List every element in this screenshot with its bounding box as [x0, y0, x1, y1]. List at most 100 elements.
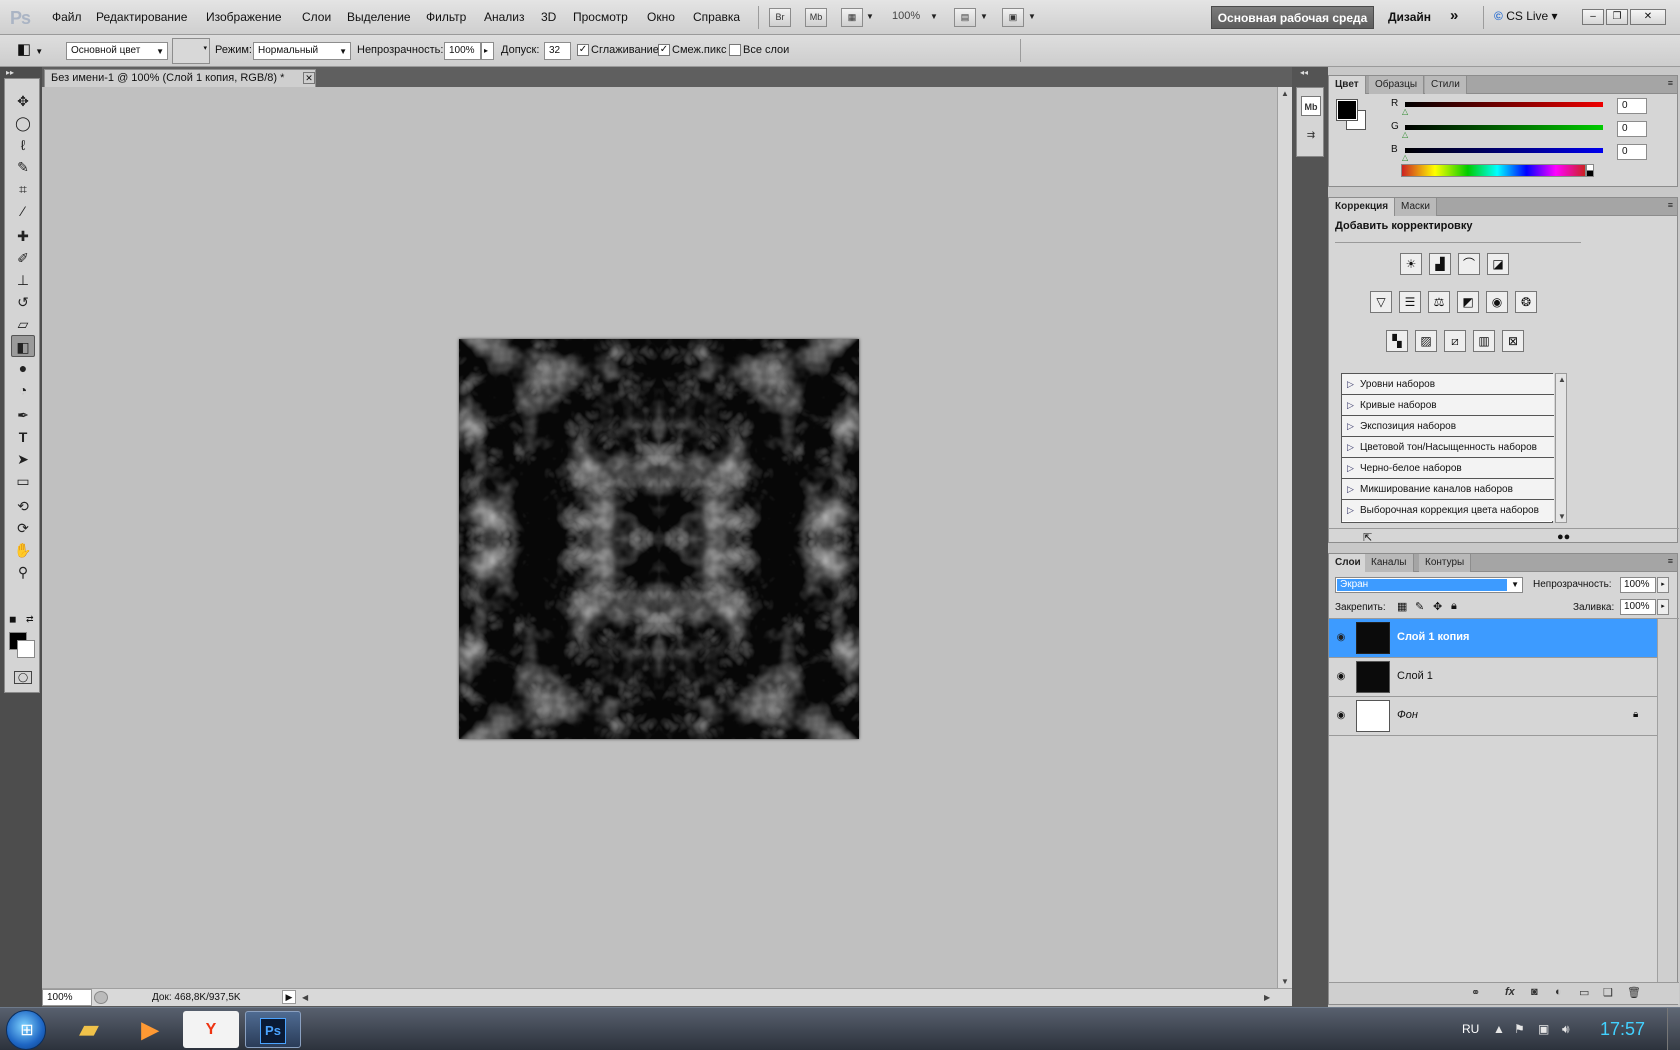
- menu-help[interactable]: Справка: [693, 10, 740, 24]
- cs-live-menu[interactable]: © CS Live ▾: [1494, 9, 1558, 23]
- background-color-swatch[interactable]: [17, 640, 35, 658]
- lasso-tool[interactable]: ℓ: [11, 134, 35, 156]
- tab-swatches[interactable]: Образцы: [1369, 76, 1425, 94]
- pen-tool[interactable]: ✒: [11, 404, 35, 426]
- antialias-checkbox[interactable]: ✓: [577, 44, 589, 56]
- menu-layers[interactable]: Слои: [302, 10, 331, 24]
- minimize-button[interactable]: –: [1582, 9, 1604, 25]
- scroll-right-arrow-icon[interactable]: ▶: [1264, 993, 1270, 1002]
- paint-bucket-tool[interactable]: ◧: [11, 335, 35, 357]
- tab-color[interactable]: Цвет: [1329, 76, 1366, 94]
- blue-value-input[interactable]: 0: [1617, 144, 1647, 160]
- brightness-contrast-icon[interactable]: ☀: [1400, 253, 1422, 275]
- red-value-input[interactable]: 0: [1617, 98, 1647, 114]
- curves-icon[interactable]: ⌒: [1458, 253, 1480, 275]
- menu-image[interactable]: Изображение: [206, 10, 282, 24]
- preset-item[interactable]: ▷ Уровни наборов: [1342, 374, 1554, 395]
- new-group-icon[interactable]: ▭: [1579, 986, 1589, 999]
- tab-styles[interactable]: Стили: [1425, 76, 1467, 94]
- panel-menu-icon[interactable]: ≡: [1668, 556, 1673, 566]
- tab-layers[interactable]: Слои: [1329, 554, 1368, 572]
- layer-row[interactable]: ◉ Слой 1: [1329, 658, 1657, 697]
- brush-tool[interactable]: ✐: [11, 247, 35, 269]
- tab-channels[interactable]: Каналы: [1365, 554, 1414, 572]
- panel-menu-icon[interactable]: ≡: [1668, 78, 1673, 88]
- show-hidden-icons-icon[interactable]: ▲: [1493, 1022, 1505, 1036]
- black-white-icon[interactable]: ◩: [1457, 291, 1479, 313]
- document-canvas-image[interactable]: [459, 339, 859, 739]
- action-center-flag-icon[interactable]: ⚑: [1514, 1022, 1525, 1036]
- quick-selection-tool[interactable]: ✎: [11, 156, 35, 178]
- scroll-down-arrow-icon[interactable]: ▼: [1558, 512, 1566, 521]
- dodge-tool[interactable]: ◔: [11, 379, 35, 401]
- green-slider-thumb[interactable]: △: [1402, 130, 1408, 139]
- layer-name[interactable]: Фон: [1397, 709, 1418, 721]
- scroll-left-arrow-icon[interactable]: ◀: [302, 993, 308, 1002]
- default-colors-icon[interactable]: ◼: [9, 614, 16, 625]
- preset-item[interactable]: ▷ Черно-белое наборов: [1342, 458, 1554, 479]
- layer-row[interactable]: ◉ Слой 1 копия: [1329, 619, 1657, 658]
- more-workspaces-button[interactable]: »: [1450, 7, 1458, 24]
- layer-opacity-input[interactable]: 100%: [1620, 577, 1656, 593]
- chevron-down-icon[interactable]: ▼: [1028, 12, 1036, 21]
- preset-item[interactable]: ▷ Экспозиция наборов: [1342, 416, 1554, 437]
- return-to-list-icon[interactable]: ⇱: [1363, 531, 1372, 544]
- color-spectrum-ramp[interactable]: [1401, 164, 1586, 177]
- vibrance-icon[interactable]: ▽: [1370, 291, 1392, 313]
- menu-file[interactable]: Файл: [52, 10, 82, 24]
- taskbar-media-player-button[interactable]: ▶: [122, 1011, 178, 1048]
- healing-brush-tool[interactable]: ✚: [11, 225, 35, 247]
- status-menu-button[interactable]: ▶: [282, 990, 296, 1004]
- preset-item[interactable]: ▷ Выборочная коррекция цвета наборов: [1342, 500, 1554, 521]
- screen-mode-button[interactable]: ▣: [1002, 8, 1024, 27]
- layer-fill-slider-button[interactable]: ▸: [1657, 599, 1669, 615]
- pattern-picker[interactable]: ▾: [172, 38, 210, 64]
- status-info-icon[interactable]: [94, 991, 108, 1004]
- eyedropper-tool[interactable]: ⁄: [11, 200, 35, 222]
- preset-item[interactable]: ▷ Микширование каналов наборов: [1342, 479, 1554, 500]
- type-tool[interactable]: T: [11, 426, 35, 448]
- red-slider-thumb[interactable]: △: [1402, 107, 1408, 116]
- green-value-input[interactable]: 0: [1617, 121, 1647, 137]
- new-adjustment-layer-icon[interactable]: ◐: [1555, 986, 1562, 998]
- layer-row[interactable]: ◉ Фон 🔒︎: [1329, 697, 1657, 736]
- taskbar-yandex-button[interactable]: Y: [183, 1011, 239, 1048]
- layer-blend-mode-select[interactable]: Экран ▼: [1335, 577, 1523, 593]
- shape-tool[interactable]: ▭: [11, 470, 35, 492]
- levels-icon[interactable]: ▟: [1429, 253, 1451, 275]
- start-button[interactable]: ⊞: [6, 1010, 46, 1050]
- workspace-essentials-button[interactable]: Основная рабочая среда: [1211, 6, 1374, 29]
- scroll-up-arrow-icon[interactable]: ▲: [1281, 89, 1289, 98]
- mini-bridge-panel-icon[interactable]: Mb: [1301, 96, 1321, 116]
- channel-mixer-icon[interactable]: ❂: [1515, 291, 1537, 313]
- selective-color-icon[interactable]: ⊠: [1502, 330, 1524, 352]
- workspace-design-button[interactable]: Дизайн: [1388, 10, 1431, 24]
- zoom-level[interactable]: 100%: [892, 10, 920, 22]
- all-layers-checkbox[interactable]: [729, 44, 741, 56]
- tolerance-input[interactable]: 32: [544, 42, 571, 60]
- scroll-up-arrow-icon[interactable]: ▲: [1558, 375, 1566, 384]
- posterize-icon[interactable]: ▨: [1415, 330, 1437, 352]
- fill-source-select[interactable]: Основной цвет ▼: [66, 42, 168, 60]
- eraser-tool[interactable]: ▱: [11, 313, 35, 335]
- invert-icon[interactable]: ▚: [1386, 330, 1408, 352]
- blue-slider-track[interactable]: [1405, 148, 1603, 153]
- lock-position-icon[interactable]: ✥: [1433, 600, 1442, 613]
- opacity-input[interactable]: 100%: [444, 42, 481, 60]
- blue-slider-thumb[interactable]: △: [1402, 153, 1408, 162]
- preset-item[interactable]: ▷ Кривые наборов: [1342, 395, 1554, 416]
- layer-style-icon[interactable]: fx: [1505, 986, 1515, 998]
- color-panel-foreground-swatch[interactable]: [1336, 99, 1358, 121]
- opacity-slider-button[interactable]: ▸: [481, 42, 494, 60]
- gradient-map-icon[interactable]: ▥: [1473, 330, 1495, 352]
- blur-tool[interactable]: ●: [11, 357, 35, 379]
- lock-all-icon[interactable]: 🔒︎: [1451, 600, 1457, 613]
- scroll-down-arrow-icon[interactable]: ▼: [1281, 977, 1289, 986]
- 3d-rotate-tool[interactable]: ⟲: [11, 495, 35, 517]
- document-tab[interactable]: Без имени-1 @ 100% (Слой 1 копия, RGB/8)…: [44, 69, 316, 87]
- history-brush-tool[interactable]: ↺: [11, 291, 35, 313]
- tab-masks[interactable]: Маски: [1395, 198, 1437, 216]
- taskbar-clock[interactable]: 17:57: [1600, 1019, 1645, 1040]
- hand-tool[interactable]: ✋: [11, 539, 35, 561]
- layer-opacity-slider-button[interactable]: ▸: [1657, 577, 1669, 593]
